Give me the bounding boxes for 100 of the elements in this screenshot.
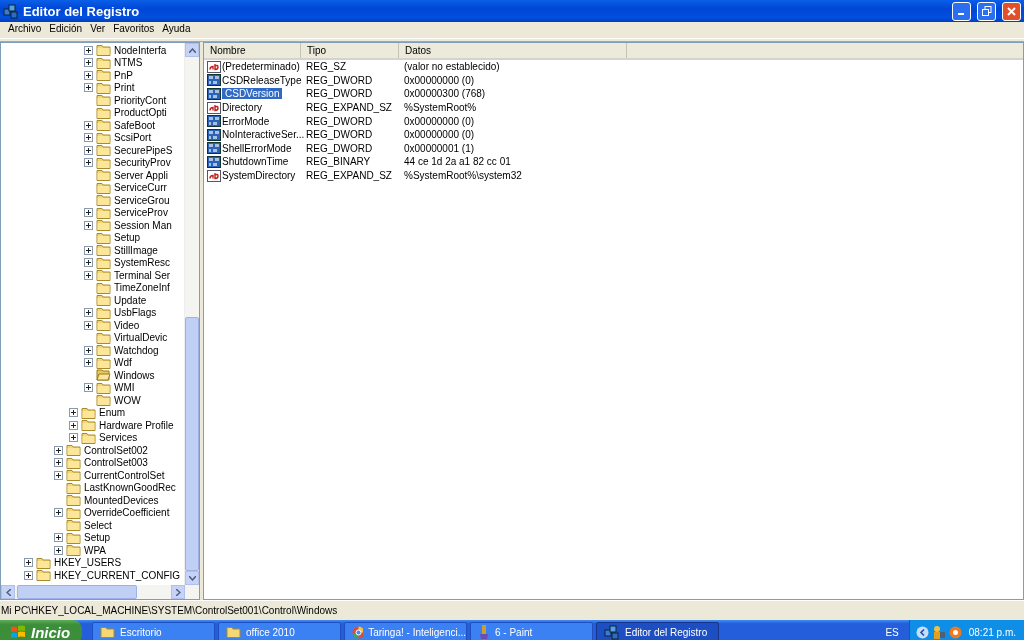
expand-icon[interactable] <box>84 120 93 130</box>
expand-icon[interactable] <box>24 570 33 580</box>
minimize-button[interactable] <box>952 1 971 21</box>
chevron-left-icon[interactable] <box>915 625 929 639</box>
tree-item[interactable]: NTMS <box>113 57 144 69</box>
tree-item[interactable]: Enum <box>98 407 127 419</box>
column-header[interactable]: Tipo <box>301 43 399 58</box>
expand-icon[interactable] <box>54 508 63 518</box>
taskbar-button[interactable]: 6 - Paint <box>470 622 593 640</box>
expand-icon[interactable] <box>84 245 93 255</box>
expand-icon[interactable] <box>84 70 93 80</box>
tree-item[interactable]: Setup <box>83 532 112 544</box>
tree-item[interactable]: ServiceGrou <box>113 194 171 206</box>
tree-item[interactable]: ControlSet003 <box>83 457 149 469</box>
expand-icon[interactable] <box>84 258 93 268</box>
expand-icon[interactable] <box>84 383 93 393</box>
tree-item[interactable]: LastKnownGoodRec <box>83 482 177 494</box>
start-button[interactable]: Inicio <box>0 620 82 640</box>
tree-item[interactable]: Session Man <box>113 219 173 231</box>
tree-item[interactable]: SecurityProv <box>113 157 172 169</box>
expand-icon[interactable] <box>54 445 63 455</box>
column-header[interactable]: Nombre <box>204 43 301 58</box>
tree-item[interactable]: PriorityCont <box>113 94 168 106</box>
tree-item[interactable]: SecurePipeS <box>113 144 174 156</box>
value-name[interactable]: ShutdownTime <box>222 156 289 168</box>
tree-item[interactable]: VirtualDevic <box>113 332 169 344</box>
taskbar-button[interactable]: Taringa! - Inteligenci... <box>344 622 467 640</box>
value-name[interactable]: CSDVersion <box>222 88 283 100</box>
tree-item[interactable]: HKEY_CURRENT_CONFIG <box>53 569 182 581</box>
tree-item[interactable]: Update <box>113 294 148 306</box>
taskbar-button[interactable]: office 2010 <box>218 622 341 640</box>
tree-item[interactable]: OverrideCoefficient <box>83 507 171 519</box>
column-header[interactable]: Datos <box>399 43 627 58</box>
menu-item[interactable]: Favoritos <box>109 23 159 34</box>
expand-icon[interactable] <box>84 308 93 318</box>
expand-icon[interactable] <box>84 45 93 55</box>
taskbar-button[interactable]: Editor del Registro <box>596 622 719 640</box>
vertical-scrollbar[interactable] <box>184 43 199 585</box>
expand-icon[interactable] <box>69 433 78 443</box>
tree-item[interactable]: Wdf <box>113 357 133 369</box>
taskbar-button[interactable]: Escritorio <box>92 622 215 640</box>
users-icon[interactable] <box>931 625 946 639</box>
expand-icon[interactable] <box>84 320 93 330</box>
expand-icon[interactable] <box>54 545 63 555</box>
tree-item[interactable]: Print <box>113 82 136 94</box>
menu-item[interactable]: Ver <box>86 23 110 34</box>
menu-item[interactable]: Ayuda <box>158 23 195 34</box>
value-name[interactable]: (Predeterminado) <box>222 61 300 73</box>
expand-icon[interactable] <box>84 58 93 68</box>
ring-icon[interactable] <box>948 625 962 639</box>
tree-item[interactable]: SystemResc <box>113 257 172 269</box>
expand-icon[interactable] <box>84 270 93 280</box>
tree-item[interactable]: Windows <box>113 369 156 381</box>
tree-item[interactable]: WPA <box>83 544 108 556</box>
tree-item[interactable]: Watchdog <box>113 344 160 356</box>
restore-button[interactable] <box>977 1 996 21</box>
tree-item[interactable]: NodeInterfa <box>113 44 168 56</box>
expand-icon[interactable] <box>84 345 93 355</box>
tree-item[interactable]: ScsiPort <box>113 132 153 144</box>
tree-item[interactable]: TimeZoneInf <box>113 282 171 294</box>
value-name[interactable]: ShellErrorMode <box>222 142 292 154</box>
tree-item[interactable]: Server Appli <box>113 169 169 181</box>
close-button[interactable] <box>1002 1 1021 21</box>
expand-icon[interactable] <box>84 208 93 218</box>
menu-item[interactable]: Edición <box>45 23 87 34</box>
tree-item[interactable]: Services <box>98 432 139 444</box>
expand-icon[interactable] <box>84 358 93 368</box>
language-indicator[interactable]: ES <box>885 626 899 638</box>
tree-item[interactable]: Select <box>83 519 113 531</box>
tree-item[interactable]: ProductOpti <box>113 107 168 119</box>
expand-icon[interactable] <box>84 83 93 93</box>
expand-icon[interactable] <box>84 133 93 143</box>
expand-icon[interactable] <box>54 533 63 543</box>
tree-item[interactable]: Hardware Profile <box>98 419 175 431</box>
expand-icon[interactable] <box>84 158 93 168</box>
tree-item[interactable]: SafeBoot <box>113 119 157 131</box>
value-name[interactable]: NoInteractiveSer... <box>222 129 305 141</box>
tree-item[interactable]: WOW <box>113 394 142 406</box>
tree-item[interactable]: Setup <box>113 232 142 244</box>
expand-icon[interactable] <box>54 470 63 480</box>
expand-icon[interactable] <box>69 408 78 418</box>
expand-icon[interactable] <box>54 458 63 468</box>
tree-item[interactable]: CurrentControlSet <box>83 469 166 481</box>
tree-item[interactable]: HKEY_USERS <box>53 557 123 569</box>
value-name[interactable]: CSDReleaseType <box>222 74 302 86</box>
tree-item[interactable]: ControlSet002 <box>83 444 149 456</box>
tree-item[interactable]: Terminal Ser <box>113 269 172 281</box>
value-name[interactable]: SystemDirectory <box>222 170 296 182</box>
tree-item[interactable]: MountedDevices <box>83 494 160 506</box>
tree-item[interactable]: ServiceCurr <box>113 182 168 194</box>
expand-icon[interactable] <box>84 220 93 230</box>
tree-item[interactable]: Video <box>113 319 141 331</box>
menu-item[interactable]: Archivo <box>4 23 46 34</box>
expand-icon[interactable] <box>84 145 93 155</box>
tree-item[interactable]: PnP <box>113 69 134 81</box>
tree-item[interactable]: ServiceProv <box>113 207 169 219</box>
tree-item[interactable]: StillImage <box>113 244 159 256</box>
horizontal-scrollbar[interactable] <box>1 585 199 599</box>
tree-item[interactable]: WMI <box>113 382 136 394</box>
tree-item[interactable]: UsbFlags <box>113 307 158 319</box>
